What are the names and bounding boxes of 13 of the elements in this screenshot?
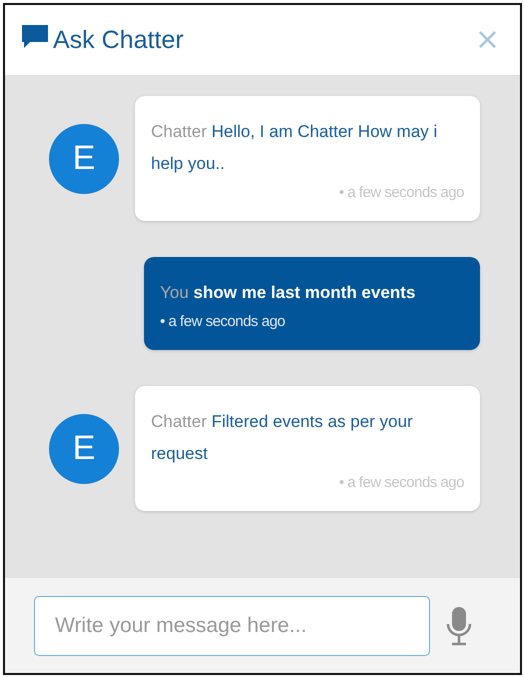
timestamp: • a few seconds ago [160, 313, 286, 330]
message-text: Chatter Hello, I am Chatter How may i help you.. [151, 121, 438, 175]
message-text: You show me last month events [160, 282, 416, 304]
message-input[interactable]: Write your message here... [34, 596, 430, 656]
speech-bubble-icon [21, 24, 49, 50]
timestamp: • a few seconds ago [338, 474, 464, 491]
window-title: Ask Chatter [53, 26, 185, 54]
microphone-icon[interactable] [446, 606, 472, 646]
message-text: Chatter Filtered events as per your request [151, 411, 414, 465]
avatar: E [49, 414, 119, 484]
avatar: E [49, 124, 119, 194]
close-button[interactable]: × [470, 25, 504, 55]
timestamp: • a few seconds ago [338, 184, 464, 201]
